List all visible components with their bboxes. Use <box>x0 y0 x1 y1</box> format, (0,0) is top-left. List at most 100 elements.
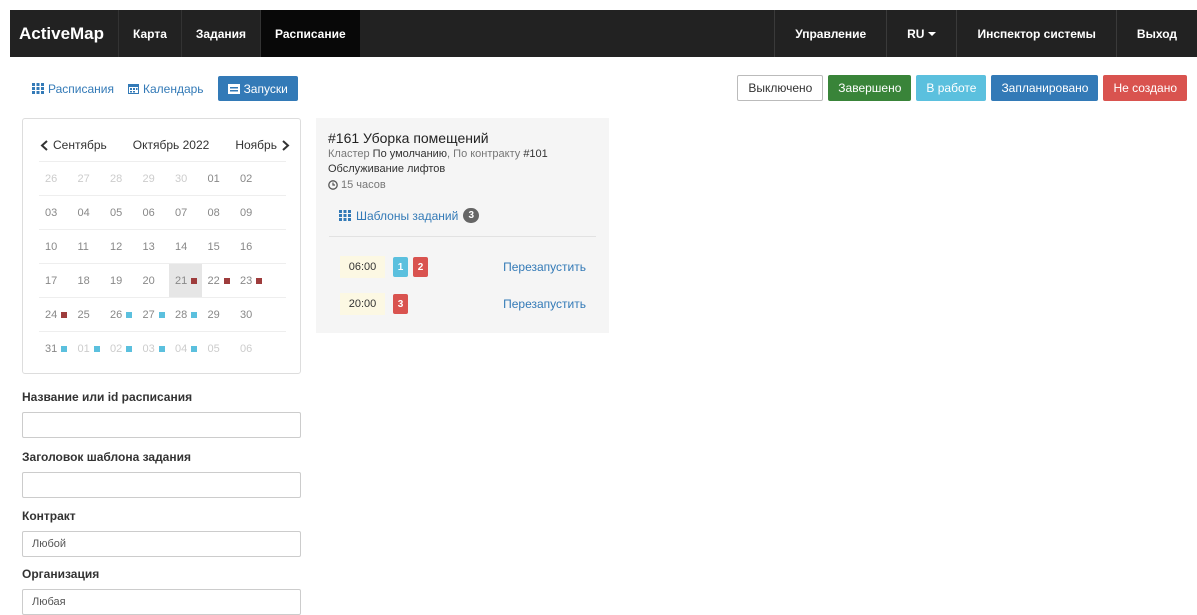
calendar-day-marker <box>126 311 133 318</box>
calendar-day[interactable]: 10 <box>39 230 72 263</box>
contract-select[interactable]: Любой <box>22 531 301 557</box>
run-count-info-badge[interactable]: 1 <box>393 257 408 277</box>
status-in-progress-button[interactable]: В работе <box>916 75 987 101</box>
caret-down-icon <box>928 31 937 36</box>
status-done-button[interactable]: Завершено <box>828 75 912 101</box>
calendar-day[interactable]: 28 <box>104 162 137 195</box>
restart-link[interactable]: Перезапустить <box>503 260 586 274</box>
calendar-day[interactable]: 31 <box>39 332 72 365</box>
contract-prefix: , По контракту <box>447 148 521 160</box>
task-templates-link[interactable]: Шаблоны заданий 3 <box>339 208 480 223</box>
calendar-day[interactable]: 05 <box>202 332 235 365</box>
calendar-day-number: 18 <box>77 274 90 287</box>
calendar-view-label: Календарь <box>142 81 204 96</box>
calendar-day-marker <box>191 277 198 284</box>
calendar-day[interactable]: 11 <box>72 230 105 263</box>
calendar-day[interactable]: 22 <box>202 264 235 297</box>
calendar-day[interactable]: 07 <box>169 196 202 229</box>
runs-view-button[interactable]: Запуски <box>217 76 298 101</box>
calendar-day[interactable]: 29 <box>202 298 235 331</box>
run-count-danger-badge[interactable]: 3 <box>393 294 408 314</box>
calendar-day-number: 27 <box>77 172 90 185</box>
nav-logout[interactable]: Выход <box>1115 10 1197 57</box>
schedule-name-input[interactable] <box>22 412 301 438</box>
calendar-day[interactable]: 26 <box>104 298 137 331</box>
nav-right: Управление RU Инспектор системы Выход <box>774 10 1197 57</box>
schedules-view-link[interactable]: Расписания <box>32 77 114 101</box>
nav-management[interactable]: Управление <box>774 10 886 57</box>
prev-month-label: Сентябрь <box>53 138 107 152</box>
status-off-button[interactable]: Выключено <box>737 75 824 101</box>
nav-schedule[interactable]: Расписание <box>260 10 360 57</box>
calendar-day[interactable]: 17 <box>39 264 72 297</box>
calendar-day[interactable]: 02 <box>234 162 267 195</box>
schedule-duration: 15 часов <box>328 179 386 191</box>
calendar-day[interactable]: 30 <box>169 162 202 195</box>
calendar-day-number: 26 <box>45 172 58 185</box>
status-not-created-button[interactable]: Не создано <box>1103 75 1187 101</box>
calendar-day[interactable]: 04 <box>72 196 105 229</box>
contract-label: Контракт <box>22 509 76 523</box>
brand-logo[interactable]: ActiveMap <box>10 10 118 57</box>
calendar-day[interactable]: 21 <box>169 264 202 297</box>
restart-link[interactable]: Перезапустить <box>503 297 586 311</box>
calendar-day-number: 20 <box>142 274 155 287</box>
calendar-day[interactable]: 26 <box>39 162 72 195</box>
calendar-day[interactable]: 27 <box>137 298 170 331</box>
template-title-input[interactable] <box>22 472 301 498</box>
calendar-day-marker <box>256 277 263 284</box>
calendar-day[interactable]: 05 <box>104 196 137 229</box>
nav-system-inspector[interactable]: Инспектор системы <box>956 10 1115 57</box>
calendar-day[interactable]: 12 <box>104 230 137 263</box>
calendar-day[interactable]: 27 <box>72 162 105 195</box>
calendar-day-number: 31 <box>45 342 58 355</box>
calendar-day[interactable]: 23 <box>234 264 267 297</box>
run-time: 20:00 <box>340 293 385 315</box>
calendar-day-marker <box>191 311 198 318</box>
calendar-day[interactable]: 02 <box>104 332 137 365</box>
calendar-day-number: 30 <box>175 172 188 185</box>
calendar-day[interactable]: 08 <box>202 196 235 229</box>
organization-select[interactable]: Любая <box>22 589 301 615</box>
calendar-day[interactable]: 01 <box>72 332 105 365</box>
calendar-day[interactable]: 24 <box>39 298 72 331</box>
calendar-day[interactable]: 01 <box>202 162 235 195</box>
calendar-day[interactable]: 09 <box>234 196 267 229</box>
calendar-day[interactable]: 19 <box>104 264 137 297</box>
calendar-day-number: 06 <box>142 206 155 219</box>
calendar-day[interactable]: 13 <box>137 230 170 263</box>
calendar-day[interactable]: 18 <box>72 264 105 297</box>
run-count-danger-badge[interactable]: 2 <box>413 257 428 277</box>
calendar-day[interactable]: 06 <box>137 196 170 229</box>
calendar-day-number: 26 <box>110 308 123 321</box>
clock-icon <box>328 180 338 190</box>
run-row: 06:00 1 2 Перезапустить <box>340 256 586 278</box>
calendar-day[interactable]: 28 <box>169 298 202 331</box>
calendar-day[interactable]: 14 <box>169 230 202 263</box>
calendar-day-number: 12 <box>110 240 123 253</box>
status-planned-button[interactable]: Запланировано <box>991 75 1099 101</box>
calendar-day-number: 03 <box>45 206 58 219</box>
calendar-day[interactable]: 20 <box>137 264 170 297</box>
filter-template-title: Заголовок шаблона задания <box>22 450 301 498</box>
nav-tasks[interactable]: Задания <box>180 10 260 57</box>
nav-map[interactable]: Карта <box>118 10 181 57</box>
calendar-day[interactable]: 30 <box>234 298 267 331</box>
calendar-day[interactable]: 29 <box>137 162 170 195</box>
calendar-prev-month[interactable]: Сентябрь <box>40 138 107 152</box>
calendar-day[interactable]: 03 <box>137 332 170 365</box>
calendar-day-number: 25 <box>77 308 90 321</box>
calendar-day[interactable]: 04 <box>169 332 202 365</box>
calendar-day[interactable]: 03 <box>39 196 72 229</box>
schedule-title: #161 Уборка помещений <box>328 130 489 146</box>
calendar-view-link[interactable]: Календарь <box>127 77 204 101</box>
calendar-day[interactable]: 16 <box>234 230 267 263</box>
calendar-next-month[interactable]: Ноябрь <box>235 138 290 152</box>
calendar-week-row: 17 18 19 20 21 22 23 <box>39 263 286 297</box>
calendar-day-number: 29 <box>207 308 220 321</box>
calendar-day[interactable]: 25 <box>72 298 105 331</box>
nav-language-dropdown[interactable]: RU <box>886 10 956 57</box>
calendar-day[interactable]: 06 <box>234 332 267 365</box>
calendar-day-marker <box>126 345 133 352</box>
calendar-day[interactable]: 15 <box>202 230 235 263</box>
